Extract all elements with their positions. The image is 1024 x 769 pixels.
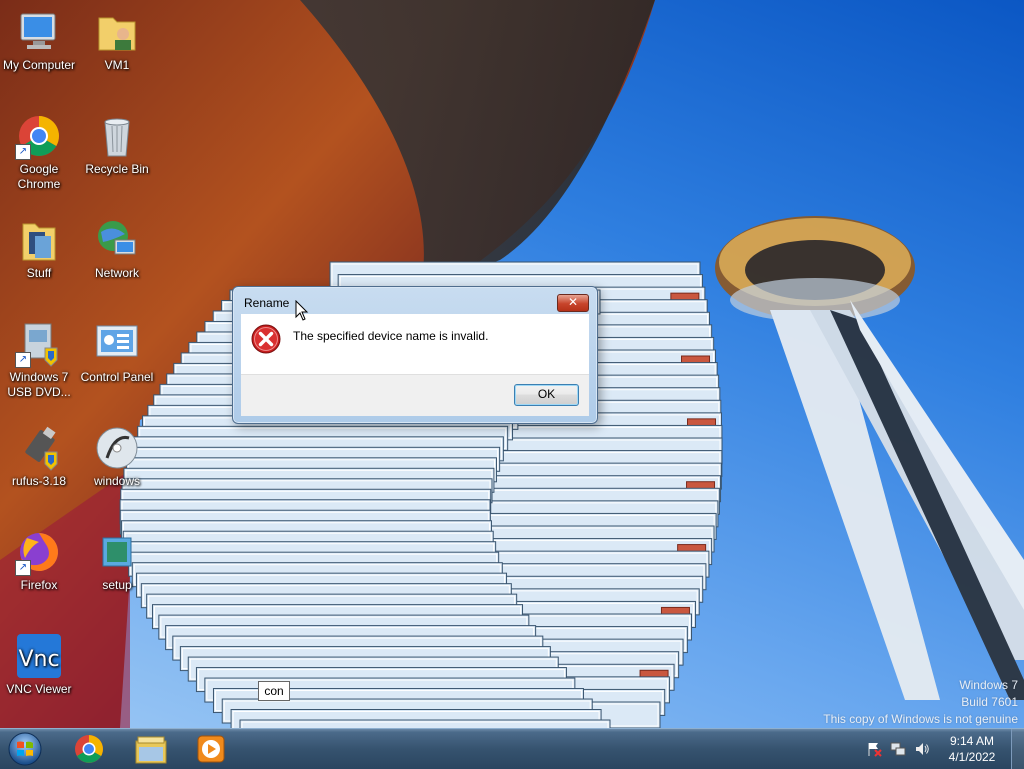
action-center-flag-icon[interactable] <box>866 741 882 757</box>
volume-icon[interactable] <box>914 741 930 757</box>
close-button[interactable]: ✕ <box>557 294 589 312</box>
media-player-icon <box>197 735 225 763</box>
computer-icon <box>15 8 63 56</box>
mouse-cursor-icon <box>295 300 309 321</box>
watermark-os: Windows 7 <box>959 678 1018 692</box>
recycle-bin[interactable]: Recycle Bin <box>78 112 156 177</box>
network-shortcut[interactable]: Network <box>78 216 156 281</box>
shortcut-arrow-icon: ↗ <box>15 352 31 368</box>
usb-dvd-tool-icon: ↗ <box>15 320 63 368</box>
rename-edit-box[interactable]: con <box>258 681 290 701</box>
stuff-folder[interactable]: Stuff <box>0 216 78 281</box>
google-chrome-shortcut[interactable]: ↗ Google Chrome <box>0 112 78 192</box>
desktop[interactable]: My Computer VM1 ↗ Google Chrome Recycle … <box>0 0 1024 728</box>
user-folder-icon <box>93 8 141 56</box>
start-button[interactable] <box>6 731 44 767</box>
explorer-icon <box>135 736 167 764</box>
recycle-bin-icon <box>93 112 141 160</box>
media-player-taskbar-button[interactable] <box>184 731 238 767</box>
taskbar: 9:14 AM 4/1/2022 <box>0 728 1024 769</box>
vnc-icon: Vnc <box>15 632 63 680</box>
network-status-icon[interactable] <box>890 741 906 757</box>
windows7-usb-dvd-shortcut[interactable]: ↗ Windows 7 USB DVD... <box>0 320 78 400</box>
setup-file[interactable]: setup <box>78 528 156 593</box>
svg-text:Vnc: Vnc <box>18 647 59 672</box>
dialog-title: Rename <box>244 296 290 310</box>
chrome-icon: ↗ <box>15 112 63 160</box>
setup-icon <box>93 528 141 576</box>
error-icon <box>251 324 281 354</box>
control-panel-shortcut[interactable]: Control Panel <box>78 320 156 385</box>
firefox-shortcut[interactable]: ↗ Firefox <box>0 528 78 593</box>
watermark-build: Build 7601 <box>961 695 1018 709</box>
shortcut-arrow-icon: ↗ <box>15 560 31 576</box>
rufus-shortcut[interactable]: rufus-3.18 <box>0 424 78 489</box>
error-message: The specified device name is invalid. <box>293 329 489 343</box>
chrome-taskbar-button[interactable] <box>62 731 116 767</box>
windows-file[interactable]: windows <box>78 424 156 489</box>
folder-icon <box>15 216 63 264</box>
dialog-content: The specified device name is invalid. <box>241 314 589 374</box>
show-desktop-button[interactable] <box>1011 729 1024 769</box>
vm1-folder[interactable]: VM1 <box>78 8 156 73</box>
clock-time: 9:14 AM <box>949 734 995 748</box>
clock-date: 4/1/2022 <box>948 750 996 764</box>
control-panel-icon <box>93 320 141 368</box>
disc-image-icon <box>93 424 141 472</box>
dialog-footer: OK <box>241 374 589 416</box>
rename-error-dialog[interactable]: Rename ✕ The specified device name is in… <box>232 286 598 424</box>
my-computer-shortcut[interactable]: My Computer <box>0 8 78 73</box>
ghost-dialog-frame <box>239 719 611 728</box>
shortcut-arrow-icon: ↗ <box>15 144 31 160</box>
watermark-genuine: This copy of Windows is not genuine <box>823 712 1018 726</box>
chrome-icon <box>75 735 103 763</box>
vnc-viewer-shortcut[interactable]: Vnc VNC Viewer <box>0 632 78 697</box>
explorer-taskbar-button[interactable] <box>124 731 178 767</box>
usb-drive-icon <box>15 424 63 472</box>
network-icon <box>93 216 141 264</box>
firefox-icon: ↗ <box>15 528 63 576</box>
taskbar-clock[interactable]: 9:14 AM 4/1/2022 <box>936 733 1008 765</box>
ok-button[interactable]: OK <box>514 384 579 406</box>
